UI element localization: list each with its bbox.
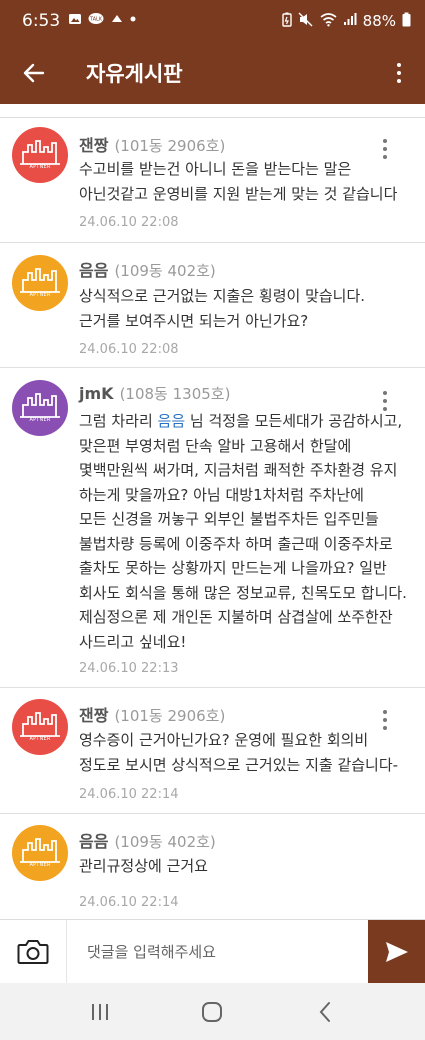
avatar-icon: APTNER: [12, 380, 68, 436]
comment-author: 음음: [79, 832, 109, 851]
comment-unit: (101동 2906호): [114, 137, 226, 155]
battery-icon: [402, 12, 411, 31]
avatar-icon: APTNER: [12, 127, 68, 183]
comment-unit: (108동 1305호): [119, 385, 231, 403]
battery-level: 88%: [362, 12, 396, 30]
signal-icon: [343, 12, 357, 30]
comment-unit: (109동 402호): [114, 833, 216, 851]
system-nav-bar: [0, 983, 425, 1040]
talk-icon: TALK: [88, 12, 104, 30]
comment-text: 상식적으로 근거없는 지출은 횡령이 맞습니다. 근거를 보여주시면 되는거 아…: [79, 287, 366, 330]
comment-text: 그럼 차라리 음음 님 걱정을 모든세대가 공감하시고, 맞은편 부영처럼 단속…: [79, 412, 407, 651]
comment-item: APTNER 음음 (109동 402호) 상식적으로 근거없는 지출은 횡령이…: [0, 243, 425, 368]
wifi-icon: [320, 12, 337, 31]
camera-button[interactable]: [0, 920, 66, 984]
comment-item: APTNER 잰짱 (101동 2906호) 영수증이 근거아닌가요? 운영에 …: [0, 688, 425, 814]
recent-apps-button[interactable]: [80, 992, 120, 1032]
chevron-left-icon: [319, 1001, 330, 1022]
more-vertical-icon: [397, 63, 401, 67]
system-back-button[interactable]: [305, 992, 345, 1032]
avatar-icon: APTNER: [12, 255, 68, 311]
avatar-icon: APTNER: [12, 825, 68, 881]
comment-input-bar: 댓글을 입력해주세요: [0, 919, 425, 984]
comment-unit: (101동 2906호): [114, 707, 226, 725]
more-menu-button[interactable]: [389, 59, 409, 87]
comment-text: 영수증이 근거아닌가요? 운영에 필요한 회의비 정도로 보시면 상식적으로 근…: [79, 731, 399, 774]
notification-dot-icon: [130, 12, 136, 30]
comment-author: 잰짱: [79, 136, 109, 155]
app-bar: 자유게시판: [0, 42, 425, 104]
arrow-left-icon: [23, 63, 45, 83]
cloud-icon: [110, 12, 124, 30]
back-button[interactable]: [20, 59, 48, 87]
comment-input[interactable]: 댓글을 입력해주세요: [66, 920, 368, 983]
mention-link[interactable]: 음음: [158, 412, 186, 430]
comment-unit: (109동 402호): [114, 262, 216, 280]
more-vertical-icon: [383, 710, 387, 714]
gallery-icon: [68, 12, 82, 30]
recent-apps-icon: [92, 1003, 109, 1020]
send-icon: [385, 942, 408, 962]
comment-date: 24.06.10 22:14: [79, 895, 179, 910]
comment-author: 잰짱: [79, 706, 109, 725]
comment-author: 음음: [79, 261, 109, 280]
home-button[interactable]: [192, 992, 232, 1032]
comment-more-button[interactable]: [379, 710, 391, 730]
comment-item: APTNER 음음 (109동 402호) 관리규정상에 근거요 24.06.1…: [0, 814, 425, 919]
page-title: 자유게시판: [86, 62, 183, 86]
status-time: 6:53: [22, 11, 61, 31]
camera-icon: [17, 940, 49, 964]
home-icon: [202, 1001, 223, 1022]
comment-more-button[interactable]: [379, 391, 391, 411]
comment-date: 24.06.10 22:13: [79, 661, 179, 676]
status-bar: 6:53 TALK 88%: [0, 0, 425, 42]
avatar-icon: APTNER: [12, 699, 68, 755]
comment-date: 24.06.10 22:08: [79, 342, 179, 357]
comment-text: 수고비를 받는건 아니니 돈을 받는다는 말은 아닌것같고 운영비를 지원 받는…: [79, 160, 398, 203]
comment-date: 24.06.10 22:08: [79, 215, 179, 230]
top-bar: 6:53 TALK 88% 자유게시판: [0, 0, 425, 104]
comment-text: 관리규정상에 근거요: [79, 857, 208, 875]
svg-text:TALK: TALK: [89, 17, 103, 23]
mute-icon: [298, 12, 314, 31]
more-vertical-icon: [383, 391, 387, 395]
comment-item: APTNER jmK (108동 1305호) 그럼 차라리 음음 님 걱정을 …: [0, 368, 425, 688]
comment-author: jmK: [79, 384, 114, 403]
comment-date: 24.06.10 22:14: [79, 787, 179, 802]
comment-more-button[interactable]: [379, 139, 391, 159]
battery-saver-icon: [281, 12, 292, 31]
more-vertical-icon: [383, 139, 387, 143]
send-button[interactable]: [368, 920, 425, 984]
comment-item: APTNER 잰짱 (101동 2906호) 수고비를 받는건 아니니 돈을 받…: [0, 117, 425, 243]
